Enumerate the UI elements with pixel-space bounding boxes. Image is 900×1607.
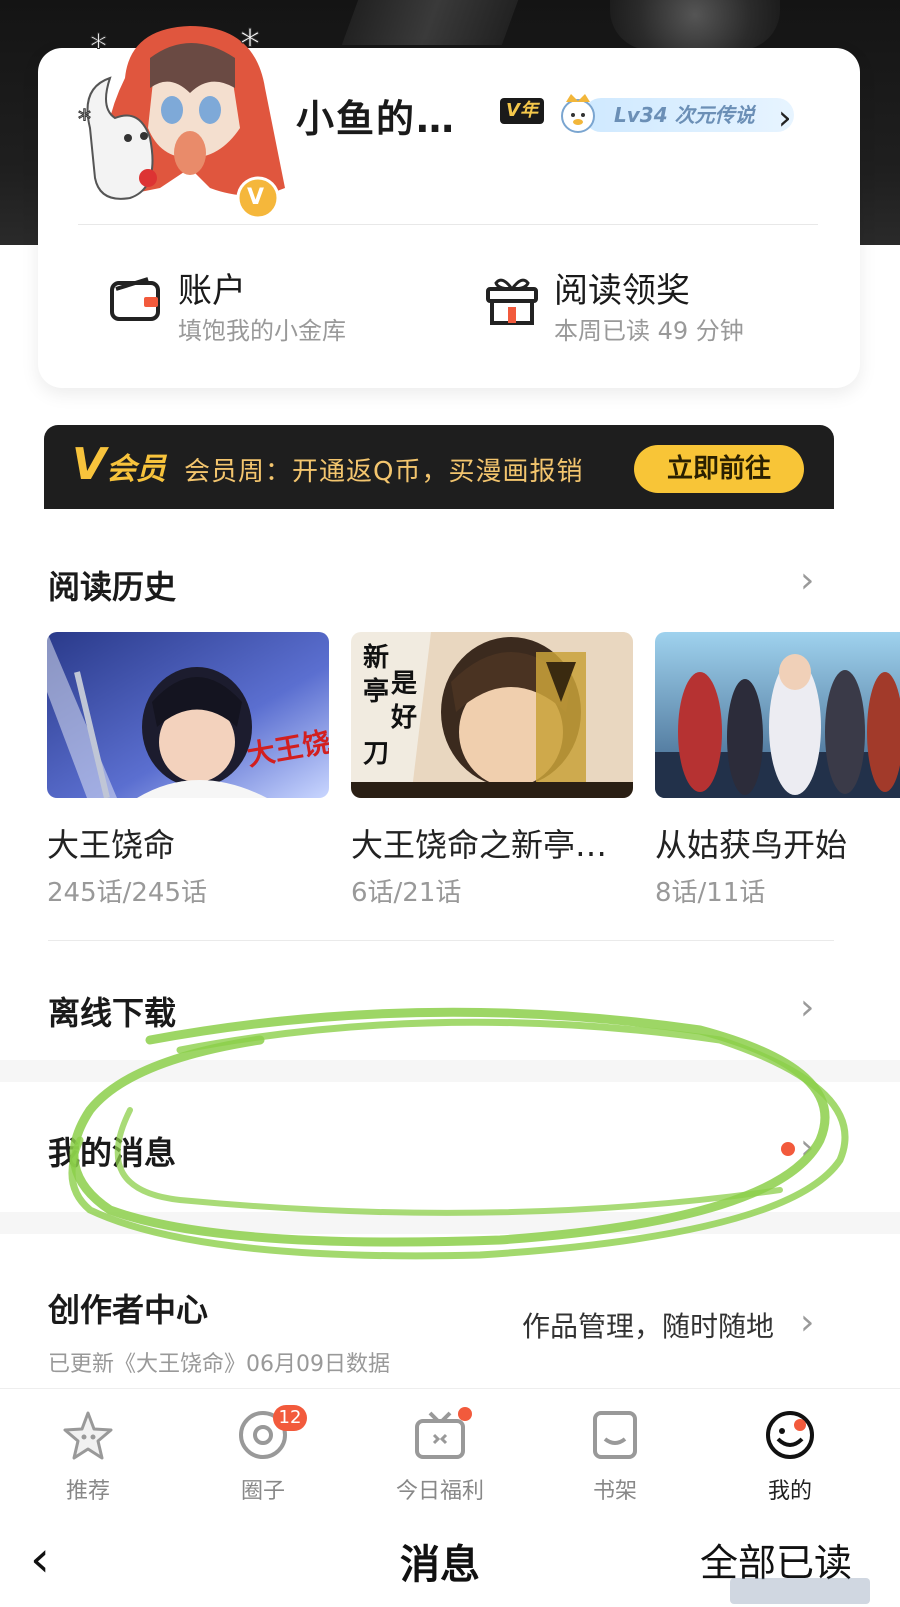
wallet-icon [110,277,160,321]
unread-count-badge: 12 [273,1405,307,1431]
vip-banner-text: 会员周：开通返Q币，买漫画报销 [184,457,584,487]
history-item-progress: 8话/11话 [655,878,766,908]
header-decoration [341,0,519,45]
vip-go-button[interactable]: 立即前往 [634,445,804,493]
tab-label: 今日福利 [395,1479,484,1504]
level-label: Lv34 次元传说 [584,98,794,132]
star-icon [63,1411,113,1460]
page-title: 消息 [400,1542,480,1588]
vip-logo-suffix: 会员 [106,452,167,487]
back-icon[interactable]: ‹ [30,1530,50,1588]
tab-label: 我的 [767,1479,812,1504]
username[interactable]: 小鱼的… [296,88,456,143]
vip-logo: V会员 [72,439,166,490]
history-item-name: 大王饶命 [47,826,176,864]
tab-label: 书架 [592,1479,637,1504]
history-item-progress: 245话/245话 [47,878,208,908]
reading-reward-subtitle: 本周已读 49 分钟 [554,317,744,345]
vip-banner[interactable]: V会员 会员周：开通返Q币，买漫画报销 立即前往 [44,425,834,509]
svg-text:*: * [240,22,260,68]
tab-me[interactable]: 我的 [730,1389,850,1511]
history-item[interactable]: 从姑获鸟开始 8话/11话 [655,632,900,909]
bookshelf-icon [593,1411,637,1459]
reading-history-chevron-icon[interactable]: › [800,560,814,601]
history-item[interactable]: 大王饶命 大王饶命 245话/245话 [47,632,329,909]
level-crown-icon [561,94,595,133]
vip-year-badge[interactable]: V年 [500,98,544,124]
my-messages-item[interactable]: 我的消息 [48,1128,176,1174]
gift-icon [486,278,538,325]
offline-chevron-icon[interactable]: › [800,987,814,1028]
divider [78,224,818,225]
comic-cover[interactable] [655,632,900,798]
divider [48,940,834,941]
tab-label: 推荐 [65,1479,110,1504]
creator-center-subtitle: 已更新《大王饶命》06月09日数据 [48,1352,390,1377]
account-subtitle: 填饱我的小金库 [178,317,346,345]
comic-cover[interactable]: 大王饶命 [47,632,329,798]
messages-chevron-icon[interactable]: › [800,1127,814,1168]
header-decoration [610,0,780,50]
creator-manage-link[interactable]: 作品管理，随时随地 [522,1305,774,1345]
svg-text:*: * [78,105,91,135]
vip-avatar-badge: V [247,185,265,210]
creator-center-title[interactable]: 创作者中心 [48,1285,208,1331]
tab-daily-benefit[interactable]: 今日福利 [380,1389,500,1511]
section-gap [0,1060,900,1082]
reading-reward-entry[interactable]: 阅读领奖 本周已读 49 分钟 [484,263,804,345]
history-item-progress: 6话/21话 [351,878,462,908]
history-item-name: 从姑获鸟开始 [655,826,848,864]
account-entry[interactable]: 账户 填饱我的小金库 [108,263,408,345]
creator-chevron-icon[interactable]: › [800,1302,814,1343]
level-badge[interactable]: Lv34 次元传说 [556,88,804,134]
comic-cover[interactable]: 新亭是好刀 [351,632,633,798]
bottom-tab-bar: 推荐 12 圈子 今日福利 书架 我的 [0,1388,900,1511]
unread-dot [781,1142,795,1156]
profile-card[interactable]: * * * V 小鱼的… V年 Lv34 次元传说 › 账户 填饱我的小金库 阅… [38,22,860,388]
notification-dot [458,1407,472,1421]
reading-history-title[interactable]: 阅读历史 [48,562,176,608]
tab-bookshelf[interactable]: 书架 [555,1389,675,1511]
tab-label: 圈子 [240,1479,285,1504]
reading-reward-title: 阅读领奖 [554,271,690,311]
account-title: 账户 [178,271,246,311]
profile-chevron-icon[interactable]: › [778,98,792,138]
vip-logo-letter: V [72,439,107,490]
tab-recommend[interactable]: 推荐 [28,1389,148,1511]
history-item-name: 大王饶命之新亭… [351,826,608,864]
watermark [730,1578,870,1604]
avatar[interactable]: * * * V [70,18,290,228]
me-icon [766,1411,814,1459]
offline-download-item[interactable]: 离线下载 [48,988,176,1034]
history-item[interactable]: 新亭是好刀 大王饶命之新亭… 6话/21话 [351,632,633,909]
section-gap [0,1212,900,1234]
svg-text:*: * [90,27,107,67]
tab-circle[interactable]: 12 圈子 [203,1389,323,1511]
